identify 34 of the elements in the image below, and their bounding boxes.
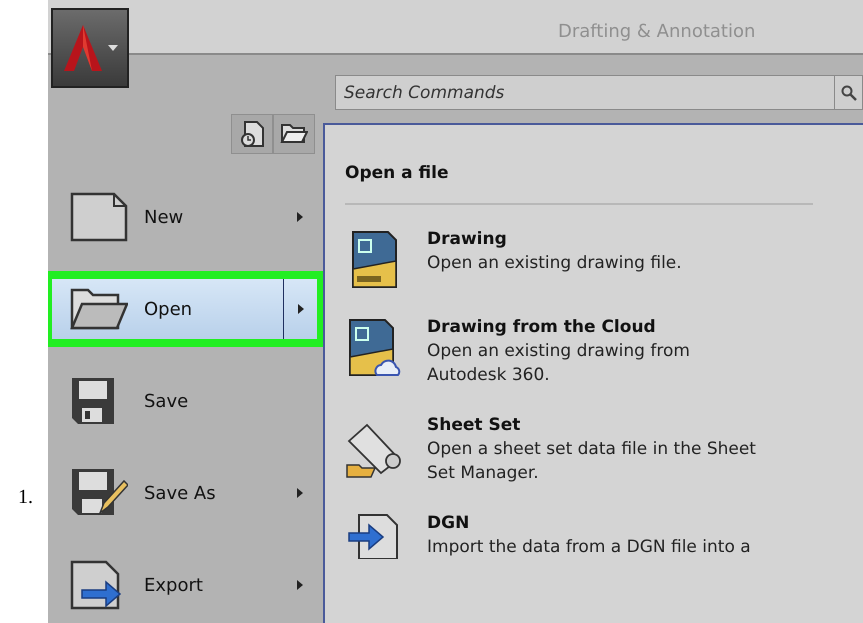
open-option[interactable]: Drawing from the Cloud Open an existing drawing from Autodesk 360. (345, 314, 843, 386)
search-button[interactable] (835, 75, 863, 110)
option-description: Open a sheet set data file in the Sheet Set Manager. (427, 438, 757, 484)
option-description: Open an existing drawing file. (427, 252, 683, 274)
option-title: DGN (427, 512, 470, 534)
recent-documents-button[interactable] (231, 114, 273, 154)
dwg-cloud-file-icon (347, 316, 403, 376)
dwg-file-icon (350, 228, 400, 288)
document-clock-icon (239, 120, 265, 148)
option-title: Drawing (427, 228, 508, 250)
open-option[interactable]: Sheet Set Open a sheet set data file in the Sheet Set Manager. (345, 412, 843, 484)
menu-item[interactable]: Export (52, 555, 317, 615)
menu-item[interactable]: Save As (52, 463, 317, 523)
folder-icon (70, 286, 128, 332)
search-field[interactable]: Search Commands (335, 75, 835, 110)
open-option[interactable]: Drawing Open an existing drawing file. (345, 226, 843, 288)
option-title: Sheet Set (427, 414, 522, 436)
blank-page-icon (70, 192, 128, 242)
menu-item[interactable]: Save (52, 371, 317, 431)
application-menu-button[interactable] (51, 8, 129, 88)
dropdown-caret-icon (108, 45, 118, 51)
panel-heading: Open a file (345, 162, 450, 185)
option-description: Open an existing drawing from Autodesk 360. (427, 340, 691, 386)
menu-item[interactable]: Open (52, 279, 317, 339)
search-icon (840, 84, 856, 100)
option-description: Import the data from a DGN file into a (427, 536, 752, 558)
open-documents-button[interactable] (273, 114, 315, 154)
folder-icon (280, 122, 308, 146)
workspace-title: Drafting & Annotation (558, 20, 756, 44)
list-number: 1. (18, 485, 33, 510)
option-title: Drawing from the Cloud (427, 316, 657, 338)
menu-item[interactable]: New (52, 187, 317, 247)
logo-icon (62, 23, 104, 73)
open-option[interactable]: DGN Import the data from a DGN file into a (345, 510, 843, 558)
